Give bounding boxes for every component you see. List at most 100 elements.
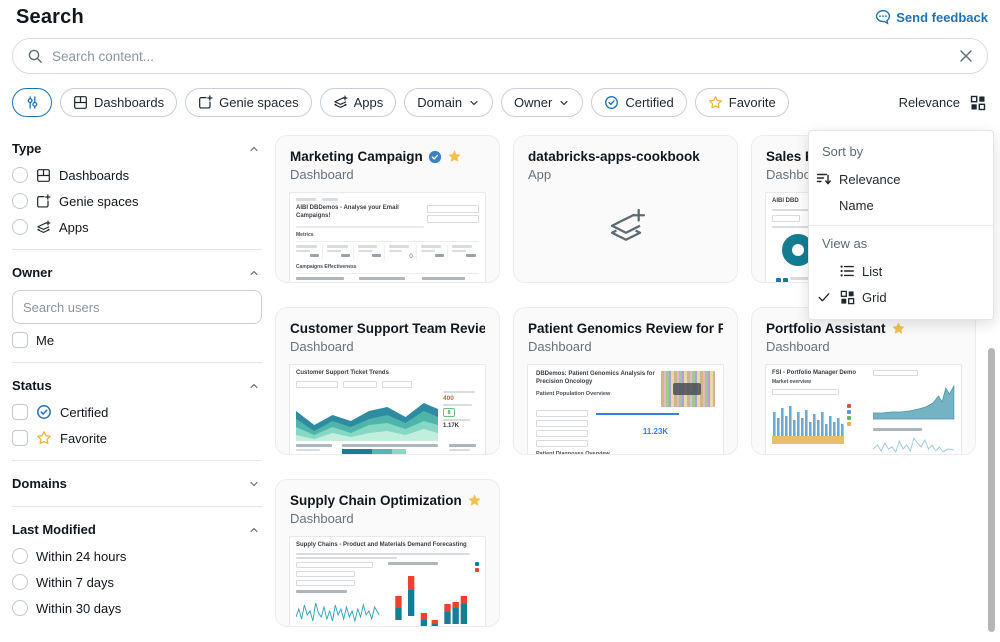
thumb-sub1: Patient Population Overview [536,391,656,397]
dashboard-thumbnail: DBDemos: Patient Genomics Analysis for P… [527,364,724,455]
star-icon [708,95,723,110]
area-chart [296,391,438,441]
modified-option-7d[interactable]: Within 7 days [12,569,262,595]
status-option-favorite[interactable]: Favorite [12,425,262,451]
modified-30d-label: Within 30 days [36,601,121,616]
chip-genie-spaces[interactable]: Genie spaces [185,88,312,117]
checkbox[interactable] [12,404,28,420]
view-options-button[interactable] [968,93,988,113]
radio[interactable] [12,167,28,183]
type-option-dashboards[interactable]: Dashboards [12,162,262,188]
menu-list-label: List [862,264,882,279]
menu-name-label: Name [839,198,874,213]
app-stack-icon [605,207,647,254]
owner-option-me[interactable]: Me [12,327,262,353]
type-option-genie-spaces[interactable]: Genie spaces [12,188,262,214]
sort-control: Relevance [899,93,988,113]
chevron-up-icon [248,143,260,155]
radio[interactable] [12,600,28,616]
menu-sort-by-label: Sort by [809,138,993,166]
section-domains-header[interactable]: Domains [12,470,262,497]
chip-dashboards-label: Dashboards [94,95,164,110]
radio[interactable] [12,574,28,590]
menu-item-grid[interactable]: Grid [809,284,993,310]
modified-option-24h[interactable]: Within 24 hours [12,543,262,569]
section-owner-header[interactable]: Owner [12,259,262,286]
chip-favorite[interactable]: Favorite [695,88,789,117]
radio[interactable] [12,548,28,564]
card-title: databricks-apps-cookbook [528,149,700,164]
thumb-image [661,371,715,407]
section-status-header[interactable]: Status [12,372,262,399]
divider [809,225,993,226]
filter-toggle-button[interactable] [12,88,52,117]
section-type-title: Type [12,141,41,156]
section-last-modified-header[interactable]: Last Modified [12,516,262,543]
owner-search-input[interactable] [12,290,262,324]
card-marketing-campaign[interactable]: Marketing Campaign Dashboard AIBI DBDemo… [275,135,500,283]
search-icon [27,48,43,64]
menu-view-as-label: View as [809,230,993,258]
chip-apps-label: Apps [354,95,384,110]
vertical-scrollbar[interactable] [988,348,995,632]
radio[interactable] [12,193,28,209]
grid-view-icon [970,95,986,111]
card-patient-genomics-review[interactable]: Patient Genomics Review for Pr... Dashbo… [513,307,738,455]
certified-badge-icon [36,404,52,420]
area-chart [873,379,955,421]
filter-chip-row: Dashboards Genie spaces Apps Domain Owne [12,88,988,117]
sort-view-menu: Sort by Relevance Name View as [808,130,994,320]
dashboards-icon [36,168,51,183]
thumb-title: Supply Chains - Product and Materials De… [296,542,479,550]
dashboard-thumbnail: Supply Chains - Product and Materials De… [289,536,486,627]
checkbox[interactable] [12,332,28,348]
sort-descending-icon [816,171,832,187]
card-title: Supply Chain Optimization [290,493,462,508]
thumb-section-metrics: Metrics [296,232,479,238]
card-type: Dashboard [290,339,485,354]
list-view-icon [839,263,855,279]
card-portfolio-assistant[interactable]: Portfolio Assistant Dashboard FSI - Port… [751,307,976,455]
card-type: App [528,167,723,182]
chip-owner[interactable]: Owner [501,88,583,117]
clear-search-icon[interactable] [959,49,973,63]
chip-dashboards[interactable]: Dashboards [60,88,177,117]
chip-certified[interactable]: Certified [591,88,686,117]
chip-domain[interactable]: Domain [404,88,493,117]
modified-option-30d[interactable]: Within 30 days [12,595,262,621]
status-option-certified[interactable]: Certified [12,399,262,425]
card-customer-support-team-review[interactable]: Customer Support Team Review Dashboard C… [275,307,500,455]
chevron-up-icon [248,267,260,279]
send-feedback-link[interactable]: Send feedback [875,6,988,25]
card-databricks-apps-cookbook[interactable]: databricks-apps-cookbook App [513,135,738,283]
menu-item-relevance[interactable]: Relevance [809,166,993,192]
card-supply-chain-optimization[interactable]: Supply Chain Optimization Dashboard Supp… [275,479,500,627]
chevron-down-icon [248,478,260,490]
type-option-apps[interactable]: Apps [12,214,262,240]
thumb-title: DBDemos: Patient Genomics Analysis for P… [536,371,656,387]
genie-spaces-icon [198,95,213,110]
radio[interactable] [12,219,28,235]
section-type-header[interactable]: Type [12,135,262,162]
menu-item-name[interactable]: Name [809,192,993,218]
card-type: Dashboard [528,339,723,354]
card-type: Dashboard [290,167,485,182]
sliders-icon [25,95,40,110]
bar-chart [772,398,844,444]
thumb-sub1: Market overview [772,379,867,385]
chip-favorite-label: Favorite [729,95,776,110]
search-input[interactable] [52,49,950,64]
thumb-metric-total: 1.17K [443,423,479,429]
section-last-modified-title: Last Modified [12,522,96,537]
thumb-metric: 11.23K [643,427,668,436]
chip-apps[interactable]: Apps [320,88,397,117]
divider [12,460,262,461]
menu-item-list[interactable]: List [809,258,993,284]
card-title: Marketing Campaign [290,149,423,164]
card-title: Customer Support Team Review [290,321,485,336]
grid-view-icon [840,290,855,305]
apps-icon [333,95,348,110]
chevron-down-icon [558,97,570,109]
page-header: Search Send feedback [0,0,1000,29]
checkbox[interactable] [12,430,28,446]
